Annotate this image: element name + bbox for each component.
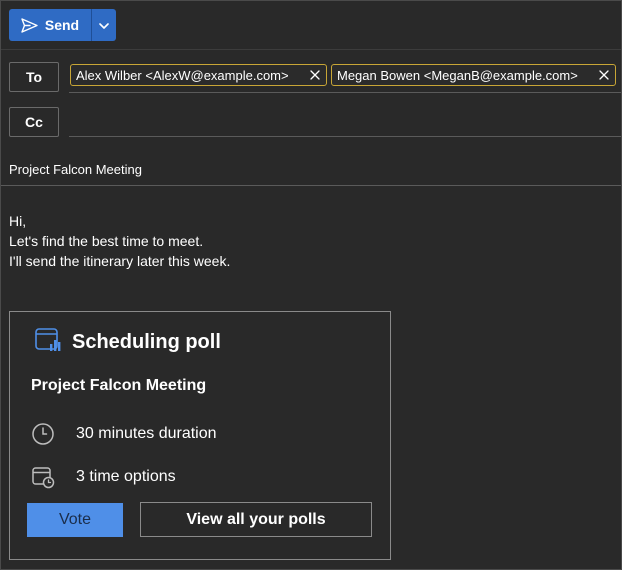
cc-button[interactable]: Cc	[9, 107, 59, 137]
poll-duration: 30 minutes duration	[76, 425, 217, 442]
body-line: Let's find the best time to meet.	[9, 233, 204, 249]
to-field-underline	[69, 92, 621, 93]
send-options-dropdown[interactable]	[92, 9, 116, 41]
poll-meeting-name: Project Falcon Meeting	[31, 377, 207, 394]
subject-field[interactable]: Project Falcon Meeting	[9, 162, 142, 177]
send-label: Send	[44, 17, 80, 33]
close-icon[interactable]	[597, 68, 611, 82]
scheduling-poll-card: Scheduling poll Project Falcon Meeting 3…	[9, 311, 391, 560]
calendar-clock-icon	[31, 465, 55, 489]
poll-chart-icon	[34, 326, 62, 359]
recipient-chip-label: Megan Bowen <MeganB@example.com>	[337, 67, 578, 83]
to-button[interactable]: To	[9, 62, 59, 92]
send-icon	[21, 17, 38, 33]
poll-title: Scheduling poll	[72, 331, 221, 353]
recipient-chip[interactable]: Megan Bowen <MeganB@example.com>	[331, 64, 616, 86]
body-line: I'll send the itinerary later this week.	[9, 253, 231, 269]
chevron-down-icon	[99, 16, 109, 34]
recipient-chip[interactable]: Alex Wilber <AlexW@example.com>	[70, 64, 327, 86]
poll-options: 3 time options	[76, 468, 176, 485]
recipient-chip-label: Alex Wilber <AlexW@example.com>	[76, 67, 289, 83]
poll-options-row: 3 time options	[31, 465, 176, 489]
cc-field-underline[interactable]	[69, 136, 621, 137]
subject-underline	[1, 185, 621, 186]
poll-duration-row: 30 minutes duration	[31, 422, 217, 446]
close-icon[interactable]	[308, 68, 322, 82]
view-all-polls-button[interactable]: View all your polls	[140, 502, 372, 537]
clock-icon	[31, 422, 55, 446]
send-button[interactable]: Send	[9, 9, 91, 41]
send-split-button: Send	[9, 9, 116, 41]
body-line: Hi,	[9, 213, 27, 229]
vote-button[interactable]: Vote	[27, 503, 123, 537]
message-body[interactable]: Hi, Let's find the best time to meet. I'…	[9, 211, 230, 271]
toolbar-separator	[1, 49, 621, 50]
compose-window: Send To Alex Wilber <AlexW@example.com> …	[0, 0, 622, 570]
poll-header: Scheduling poll	[34, 326, 221, 359]
